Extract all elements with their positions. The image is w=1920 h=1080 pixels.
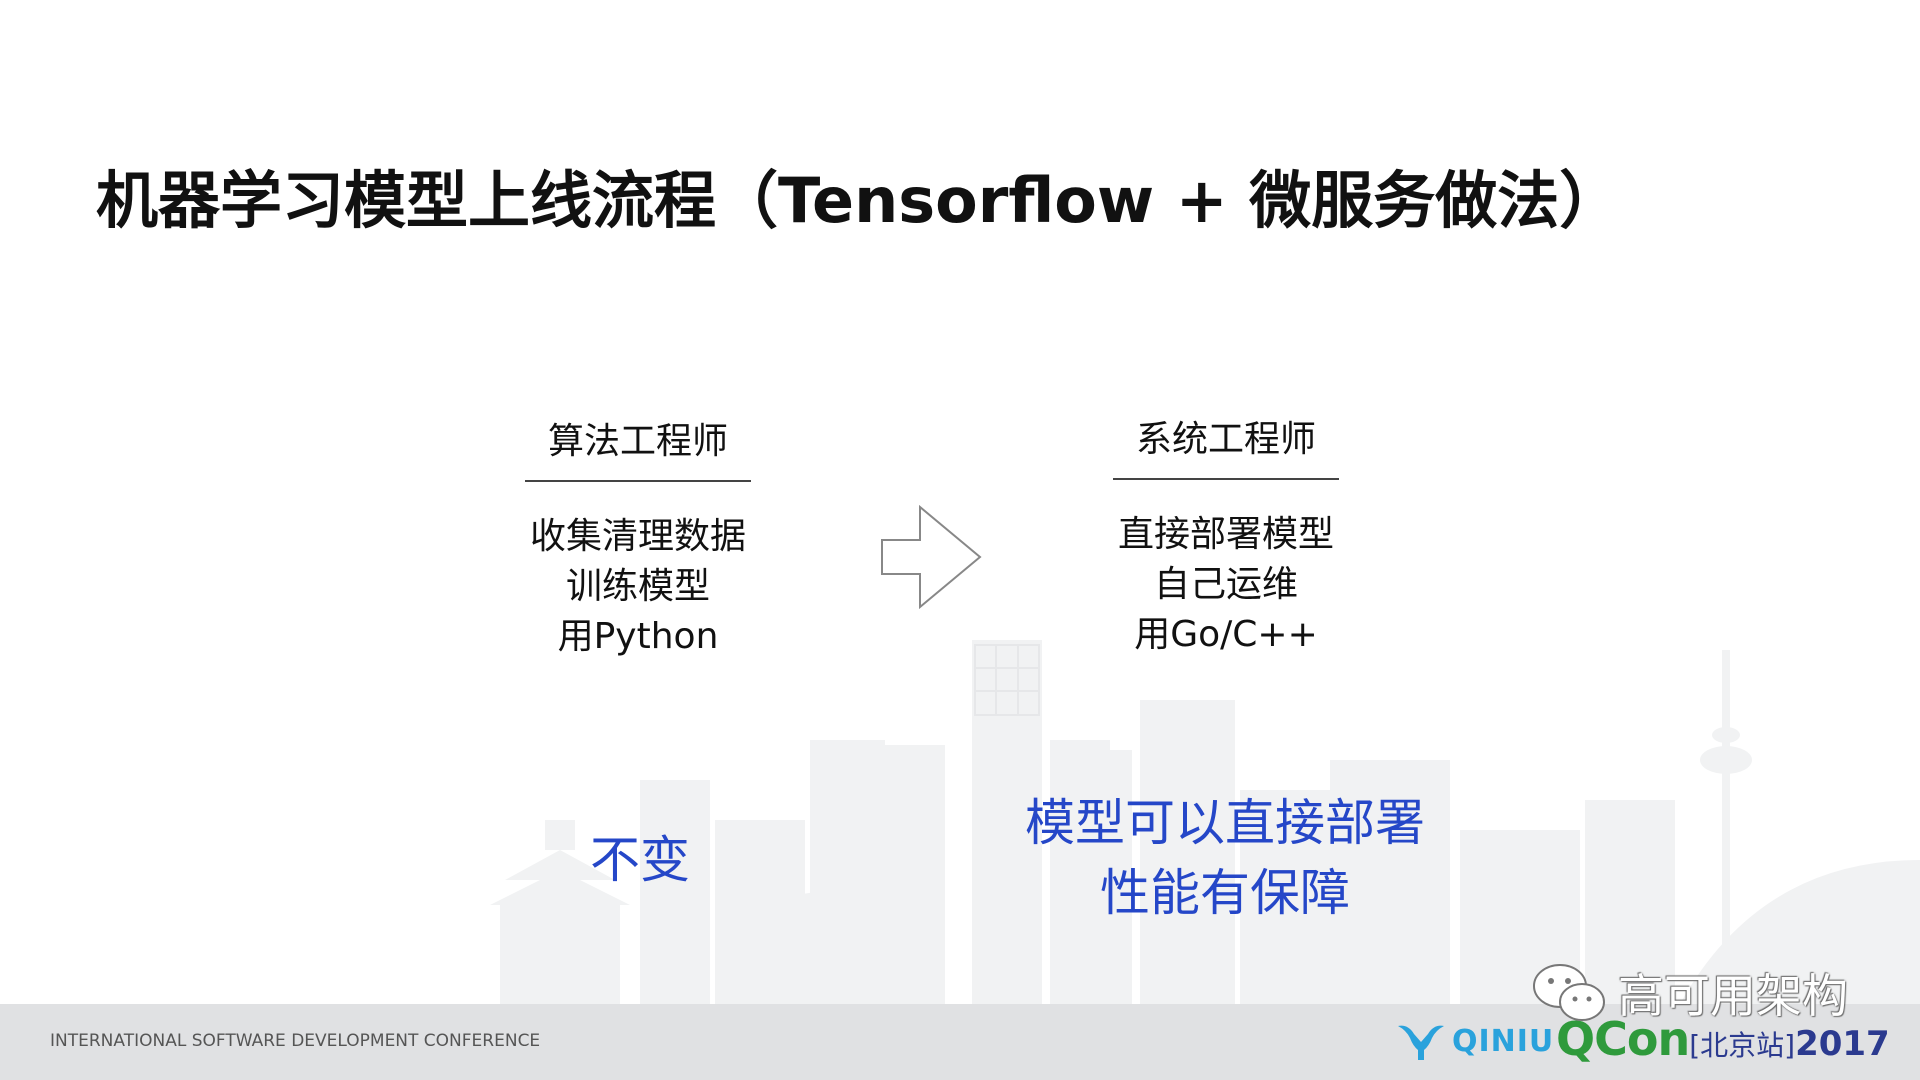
qiniu-logo-icon (1398, 1025, 1444, 1060)
qcon-site: [北京站] (1689, 1029, 1796, 1062)
conference-name: INTERNATIONAL SOFTWARE DEVELOPMENT CONFE… (50, 1031, 541, 1051)
algorithm-engineer-tasks: 收集清理数据 训练模型 用Python (468, 512, 808, 662)
slide: 机器学习模型上线流程（Tensorflow + 微服务做法） 算法工程师 收集清… (0, 0, 1920, 1080)
algorithm-engineer-column: 算法工程师 收集清理数据 训练模型 用Python (468, 412, 808, 662)
right-arrow-outline-icon (881, 505, 982, 609)
watermark-text: 高可用架构 (1618, 969, 1848, 1023)
qcon-year: 2017 (1795, 1024, 1890, 1064)
qiniu-logo: QINIU (1396, 1020, 1554, 1062)
system-engineer-header: 系统工程师 (1113, 410, 1339, 480)
task-line: 收集清理数据 (529, 516, 746, 557)
deployment-benefit-highlight: 模型可以直接部署 性能有保障 (960, 788, 1490, 928)
system-engineer-column: 系统工程师 直接部署模型 自己运维 用Go/C++ (1056, 410, 1396, 660)
wechat-icon (1533, 964, 1605, 1021)
slide-title: 机器学习模型上线流程（Tensorflow + 微服务做法） (96, 164, 1622, 237)
wechat-watermark: 高可用架构 (1530, 960, 1848, 1026)
task-line: 直接部署模型 (1117, 514, 1334, 555)
task-line: 用Python (557, 616, 719, 657)
qiniu-wordmark: QINIU (1452, 1023, 1555, 1059)
task-line: 用Go/C++ (1134, 614, 1318, 655)
benefit-line: 性能有保障 (1100, 864, 1350, 922)
algorithm-engineer-header: 算法工程师 (525, 412, 751, 482)
system-engineer-tasks: 直接部署模型 自己运维 用Go/C++ (1056, 510, 1396, 660)
benefit-line: 模型可以直接部署 (1025, 794, 1425, 852)
task-line: 训练模型 (565, 566, 710, 607)
unchanged-highlight: 不变 (590, 831, 690, 889)
task-line: 自己运维 (1153, 564, 1298, 605)
